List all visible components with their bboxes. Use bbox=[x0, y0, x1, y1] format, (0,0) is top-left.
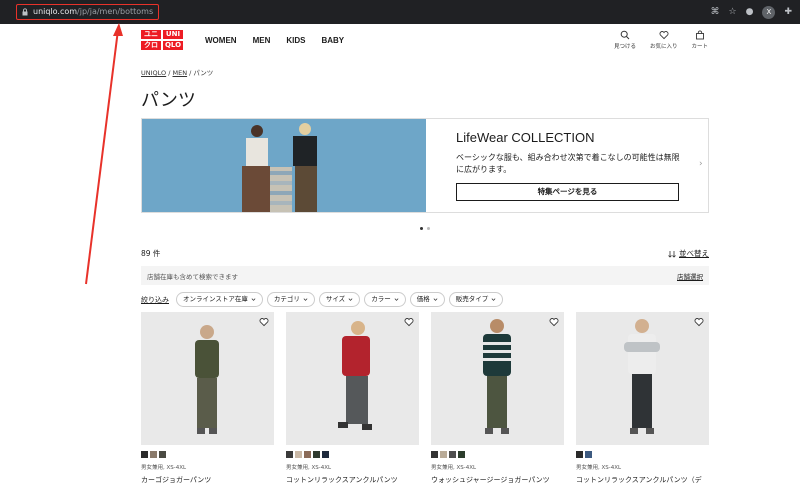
url-text[interactable]: uniqlo.com/jp/ja/men/bottoms bbox=[33, 5, 153, 19]
filter-chip-online-stock[interactable]: オンラインストア在庫 bbox=[176, 292, 263, 307]
carousel-dot[interactable] bbox=[427, 227, 430, 230]
filter-bar: 絞り込み オンラインストア在庫 カテゴリ サイズ カラー 価格 販売タイプ bbox=[141, 292, 504, 307]
sort-icon bbox=[668, 250, 676, 258]
chevron-down-icon bbox=[433, 298, 438, 301]
product-image[interactable] bbox=[431, 312, 564, 445]
cart-icon bbox=[695, 30, 704, 40]
heart-icon[interactable] bbox=[404, 317, 414, 327]
carousel-dots bbox=[420, 227, 430, 230]
favorites-button[interactable]: お気に入り bbox=[650, 30, 677, 50]
heart-icon[interactable] bbox=[549, 317, 559, 327]
product-name[interactable]: コットンリラックスアンクルパンツ（デ bbox=[576, 475, 709, 485]
filter-chip-price[interactable]: 価格 bbox=[409, 292, 445, 307]
color-swatch[interactable] bbox=[440, 451, 447, 458]
store-inventory-text: 店舗在庫も含めて検索できます bbox=[147, 273, 238, 281]
heart-icon[interactable] bbox=[259, 317, 269, 327]
filter-chip-sales-type[interactable]: 販売タイプ bbox=[448, 292, 504, 307]
nav-men[interactable]: MEN bbox=[253, 36, 271, 45]
color-swatches bbox=[141, 451, 274, 458]
lock-icon bbox=[22, 8, 28, 16]
nav-kids[interactable]: KIDS bbox=[286, 36, 305, 45]
product-name[interactable]: ウォッシュジャージージョガーパンツ bbox=[431, 475, 564, 485]
heart-icon bbox=[659, 31, 669, 40]
product-image[interactable] bbox=[286, 312, 419, 445]
page-title: パンツ bbox=[141, 90, 196, 111]
browser-toolbar: uniqlo.com/jp/ja/men/bottoms ⌘ ☆ ● X ✚ bbox=[0, 0, 800, 24]
product-image[interactable] bbox=[576, 312, 709, 445]
extension-icon[interactable]: ● bbox=[746, 5, 754, 19]
product-meta: 男女兼用, XS-4XL bbox=[286, 465, 332, 471]
breadcrumb: UNIQLO / MEN / パンツ bbox=[141, 69, 214, 77]
chevron-down-icon bbox=[348, 298, 353, 301]
product-card[interactable]: 男女兼用, XS-4XL ウォッシュジャージージョガーパンツ bbox=[431, 312, 564, 485]
search-button[interactable]: 見つける bbox=[614, 30, 636, 50]
keyboard-icon[interactable]: ⌘ bbox=[711, 5, 720, 19]
banner-photo bbox=[142, 119, 426, 212]
result-count: 89 件 bbox=[141, 249, 161, 258]
chevron-down-icon bbox=[251, 298, 256, 301]
main-nav: WOMEN MEN KIDS BABY bbox=[205, 36, 344, 45]
product-name[interactable]: カーゴジョガーパンツ bbox=[141, 475, 274, 485]
breadcrumb-men[interactable]: MEN bbox=[173, 69, 188, 77]
cart-button[interactable]: カート bbox=[691, 30, 708, 50]
chevron-down-icon bbox=[394, 298, 399, 301]
filter-chip-category[interactable]: カテゴリ bbox=[266, 292, 315, 307]
sort-button[interactable]: 並べ替え bbox=[668, 248, 709, 259]
uniqlo-logo[interactable]: ユニ UNI クロ QLO bbox=[141, 30, 183, 50]
product-meta: 男女兼用, XS-4XL bbox=[431, 465, 477, 471]
product-card[interactable]: 男女兼用, XS-4XL カーゴジョガーパンツ bbox=[141, 312, 274, 485]
color-swatch[interactable] bbox=[313, 451, 320, 458]
chevron-down-icon bbox=[303, 298, 308, 301]
color-swatch[interactable] bbox=[141, 451, 148, 458]
banner-next-arrow[interactable]: › bbox=[699, 159, 703, 169]
heart-icon[interactable] bbox=[694, 317, 704, 327]
breadcrumb-current: パンツ bbox=[193, 69, 214, 77]
filter-button[interactable]: 絞り込み bbox=[141, 295, 169, 305]
color-swatches bbox=[286, 451, 419, 458]
color-swatch[interactable] bbox=[286, 451, 293, 458]
product-grid: 男女兼用, XS-4XL カーゴジョガーパンツ 男女兼用, XS-4XL コット… bbox=[141, 312, 709, 485]
filter-chip-color[interactable]: カラー bbox=[364, 292, 406, 307]
bookmark-star-icon[interactable]: ☆ bbox=[729, 5, 737, 19]
color-swatch[interactable] bbox=[585, 451, 592, 458]
promo-banner[interactable]: LifeWear COLLECTION ベーシックな服も、組み合わせ次第で着こな… bbox=[141, 118, 709, 213]
color-swatch[interactable] bbox=[150, 451, 157, 458]
store-inventory-bar: 店舗在庫も含めて検索できます 店舗選択 bbox=[141, 266, 709, 285]
color-swatch[interactable] bbox=[458, 451, 465, 458]
product-name[interactable]: コットンリラックスアンクルパンツ bbox=[286, 475, 419, 485]
filter-chip-size[interactable]: サイズ bbox=[318, 292, 361, 307]
color-swatch[interactable] bbox=[295, 451, 302, 458]
product-meta: 男女兼用, XS-4XL bbox=[141, 465, 187, 471]
color-swatch[interactable] bbox=[576, 451, 583, 458]
color-swatch[interactable] bbox=[304, 451, 311, 458]
store-select-link[interactable]: 店舗選択 bbox=[677, 271, 703, 281]
puzzle-icon[interactable]: ✚ bbox=[784, 5, 792, 19]
color-swatch[interactable] bbox=[431, 451, 438, 458]
color-swatches bbox=[576, 451, 709, 458]
color-swatch[interactable] bbox=[449, 451, 456, 458]
product-card[interactable]: 男女兼用, XS-4XL コットンリラックスアンクルパンツ bbox=[286, 312, 419, 485]
nav-baby[interactable]: BABY bbox=[321, 36, 344, 45]
carousel-dot[interactable] bbox=[420, 227, 423, 230]
chevron-down-icon bbox=[491, 298, 496, 301]
color-swatch[interactable] bbox=[322, 451, 329, 458]
product-meta: 男女兼用, XS-4XL bbox=[576, 465, 622, 471]
site-header: ユニ UNI クロ QLO WOMEN MEN KIDS BABY 見つける お… bbox=[0, 24, 800, 64]
color-swatch[interactable] bbox=[159, 451, 166, 458]
color-swatches bbox=[431, 451, 564, 458]
product-card[interactable]: 男女兼用, XS-4XL コットンリラックスアンクルパンツ（デ bbox=[576, 312, 709, 485]
breadcrumb-home[interactable]: UNIQLO bbox=[141, 69, 166, 77]
profile-avatar[interactable]: X bbox=[762, 5, 776, 19]
banner-description: ベーシックな服も、組み合わせ次第で着こなしの可能性は無限に広がります。 bbox=[456, 153, 680, 174]
search-icon bbox=[620, 30, 630, 40]
banner-title: LifeWear COLLECTION bbox=[456, 130, 595, 145]
product-image[interactable] bbox=[141, 312, 274, 445]
feature-page-button[interactable]: 特集ページを見る bbox=[456, 183, 679, 201]
nav-women[interactable]: WOMEN bbox=[205, 36, 237, 45]
